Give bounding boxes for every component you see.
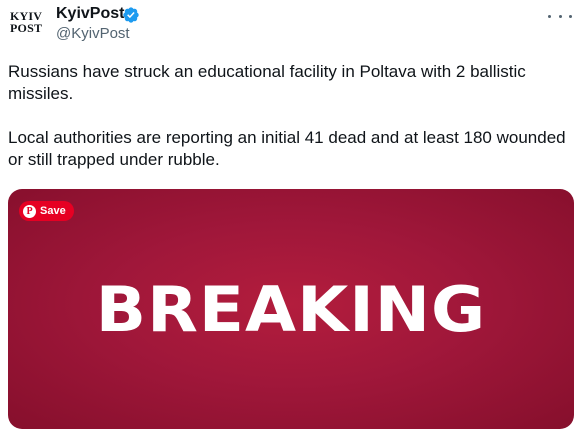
display-name[interactable]: KyivPost: [56, 4, 124, 24]
save-button-label: Save: [40, 205, 66, 217]
logo-line-2: POST: [10, 21, 43, 35]
breaking-headline: BREAKING: [95, 272, 487, 347]
verified-badge-icon: [123, 7, 139, 23]
media-image[interactable]: P Save BREAKING: [8, 189, 574, 429]
handle[interactable]: @KyivPost: [56, 24, 130, 44]
avatar[interactable]: KYIV POST: [10, 10, 46, 36]
pinterest-icon: P: [23, 204, 36, 218]
tweet-text: Russians have struck an educational faci…: [8, 61, 568, 171]
tweet-paragraph-2: Local authorities are reporting an initi…: [8, 128, 566, 169]
tweet-card: KYIV POST KyivPost @KyivPost Russians ha…: [0, 0, 578, 431]
pinterest-save-button[interactable]: P Save: [19, 201, 74, 221]
more-horizontal-icon[interactable]: [548, 8, 572, 24]
tweet-paragraph-1: Russians have struck an educational faci…: [8, 62, 526, 103]
